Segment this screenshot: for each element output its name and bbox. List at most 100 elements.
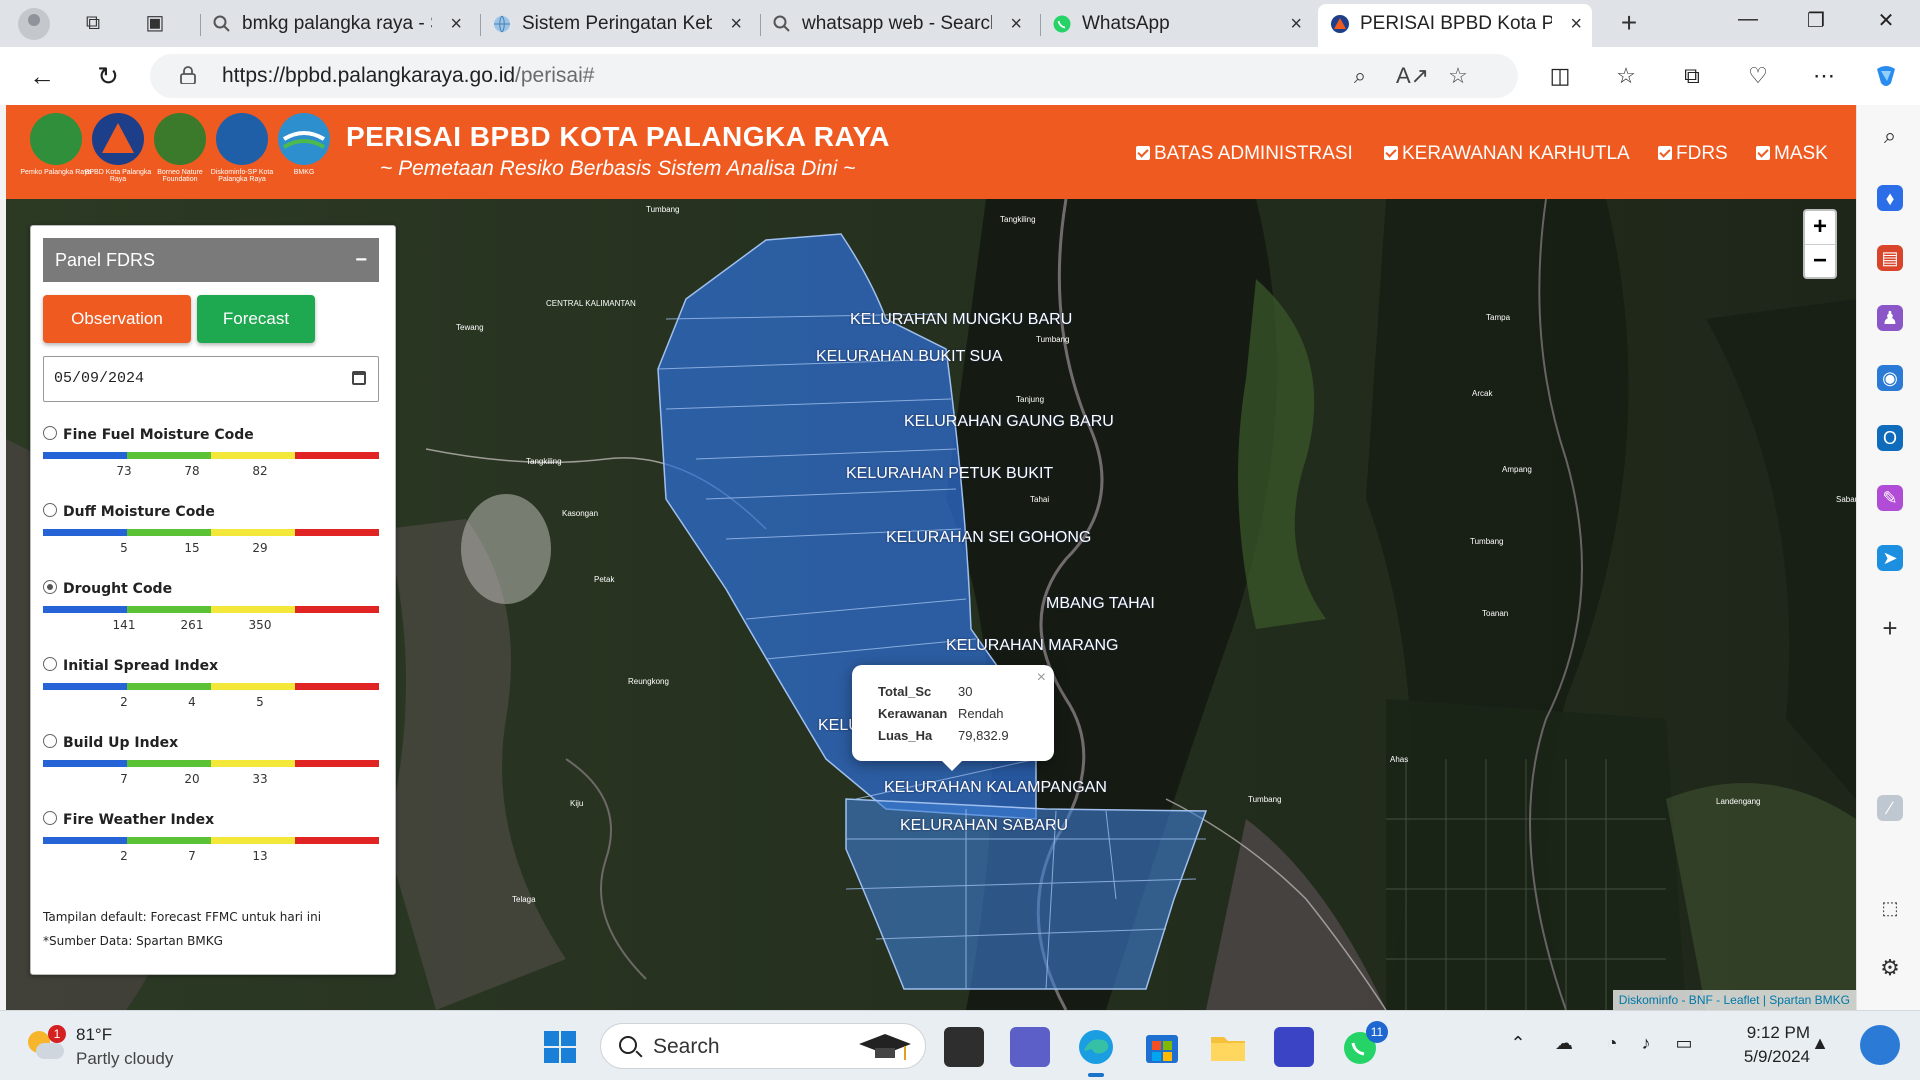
close-tab-icon[interactable]: ×: [450, 4, 462, 44]
close-window-icon[interactable]: ✕: [1866, 8, 1906, 38]
taskbar-search-box[interactable]: Search: [600, 1023, 926, 1069]
app-icon[interactable]: [1274, 1027, 1314, 1067]
onedrive-cloud-icon[interactable]: ☁: [1552, 1033, 1576, 1057]
date-input[interactable]: 05/09/2024: [43, 356, 379, 402]
fdrs-index-row[interactable]: Fine Fuel Moisture Code 73 78 82: [43, 426, 379, 486]
panel-header[interactable]: Panel FDRS −: [43, 238, 379, 282]
start-menu-icon[interactable]: [540, 1027, 580, 1067]
copilot-preview-icon[interactable]: [1860, 1025, 1900, 1065]
weather-icon[interactable]: 1: [28, 1025, 66, 1063]
add-icon[interactable]: +: [1877, 615, 1903, 641]
notification-bell-icon[interactable]: ▲: [1808, 1033, 1832, 1057]
close-tab-icon[interactable]: ×: [1010, 4, 1022, 44]
observation-button[interactable]: Observation: [43, 295, 191, 343]
whatsapp-icon[interactable]: 11: [1340, 1021, 1388, 1067]
index-radio[interactable]: [43, 580, 57, 594]
refresh-icon[interactable]: ↻: [92, 61, 124, 93]
designer-icon[interactable]: ✎: [1877, 485, 1903, 511]
wifi-icon[interactable]: ◔: [1600, 1033, 1624, 1057]
microsoft-store-icon[interactable]: [1142, 1027, 1182, 1067]
battery-icon[interactable]: ▭: [1672, 1033, 1696, 1057]
checkbox-checked-icon[interactable]: [1658, 146, 1672, 160]
browser-essentials-icon[interactable]: ♡: [1742, 61, 1774, 93]
map-attribution[interactable]: Diskominfo - BNF - Leaflet | Spartan BMK…: [1612, 990, 1856, 1010]
diskominfo-logo: [216, 113, 268, 165]
weather-description[interactable]: Partly cloudy: [76, 1049, 173, 1069]
zoom-icon[interactable]: ⌕: [1346, 63, 1374, 91]
copilot-icon[interactable]: [1870, 61, 1902, 93]
close-tab-icon[interactable]: ×: [1570, 4, 1582, 44]
minimize-panel-icon[interactable]: −: [355, 238, 367, 282]
index-radio[interactable]: [43, 734, 57, 748]
task-view-icon[interactable]: [944, 1027, 984, 1067]
search-icon[interactable]: ⌕: [1877, 123, 1903, 149]
screenshot-icon[interactable]: ⬚: [1877, 895, 1903, 921]
toggle-fdrs[interactable]: FDRS: [1658, 143, 1728, 165]
clock-time[interactable]: 9:12 PM: [1720, 1023, 1810, 1043]
weather-temperature[interactable]: 81°F: [76, 1025, 112, 1045]
zoom-out-button[interactable]: −: [1805, 244, 1835, 277]
town-label: Petak: [594, 575, 615, 584]
popup-key: Total_Sc: [878, 684, 932, 699]
index-radio[interactable]: [43, 503, 57, 517]
index-radio[interactable]: [43, 657, 57, 671]
tab-whatsapp-search[interactable]: whatsapp web - Search ×: [760, 4, 1032, 44]
scale-segment: [211, 606, 295, 613]
collections-icon[interactable]: ⧉: [1676, 61, 1708, 93]
url-input[interactable]: https://bpbd.palangkaraya.go.id/perisai#…: [150, 54, 1518, 98]
index-radio[interactable]: [43, 811, 57, 825]
microsoft365-icon[interactable]: ◉: [1877, 365, 1903, 391]
checkbox-checked-icon[interactable]: [1136, 146, 1150, 160]
profile-avatar[interactable]: [18, 8, 50, 40]
tab-sistem-peringatan[interactable]: Sistem Peringatan Kebakaran ×: [480, 4, 752, 44]
favorite-star-icon[interactable]: ☆: [1444, 63, 1472, 91]
zoom-in-button[interactable]: +: [1805, 211, 1835, 244]
teams-icon[interactable]: [1010, 1027, 1050, 1067]
forecast-button[interactable]: Forecast: [197, 295, 315, 343]
checkbox-checked-icon[interactable]: [1384, 146, 1398, 160]
popup-close-icon[interactable]: ×: [1037, 669, 1046, 687]
volume-icon[interactable]: ♪: [1634, 1033, 1658, 1057]
fdrs-index-row[interactable]: Drought Code 141 261 350: [43, 580, 379, 640]
layer-label: BATAS ADMINISTRASI: [1154, 143, 1353, 164]
toggle-mask[interactable]: MASK: [1756, 143, 1828, 165]
calendar-icon[interactable]: [352, 371, 366, 385]
close-tab-icon[interactable]: ×: [1290, 4, 1302, 44]
outlook-icon[interactable]: O: [1877, 425, 1903, 451]
checkbox-checked-icon[interactable]: [1756, 146, 1770, 160]
index-threshold: 350: [248, 618, 272, 632]
fdrs-index-row[interactable]: Initial Spread Index 2 4 5: [43, 657, 379, 717]
minimize-window-icon[interactable]: —: [1728, 8, 1768, 38]
send-icon[interactable]: ➤: [1877, 545, 1903, 571]
shopping-tag-icon[interactable]: ⬧: [1877, 185, 1903, 211]
tools-icon[interactable]: ▤: [1877, 245, 1903, 271]
split-screen-icon[interactable]: ◫: [1544, 61, 1576, 93]
clock-date[interactable]: 5/9/2024: [1720, 1047, 1810, 1067]
tab-bmkg-search[interactable]: bmkg palangka raya - Search ×: [200, 4, 472, 44]
edge-browser-icon[interactable]: [1076, 1027, 1116, 1077]
settings-gear-icon[interactable]: ⚙: [1877, 955, 1903, 981]
fdrs-index-row[interactable]: Fire Weather Index 2 7 13: [43, 811, 379, 871]
tab-actions-icon[interactable]: ▣: [142, 10, 168, 36]
file-explorer-icon[interactable]: [1208, 1027, 1248, 1067]
toggle-batas-administrasi[interactable]: BATAS ADMINISTRASI: [1136, 143, 1353, 165]
fdrs-index-row[interactable]: Build Up Index 7 20 33: [43, 734, 379, 794]
close-tab-icon[interactable]: ×: [730, 4, 742, 44]
index-radio[interactable]: [43, 426, 57, 440]
tab-whatsapp[interactable]: WhatsApp ×: [1040, 4, 1312, 44]
tab-perisai[interactable]: PERISAI BPBD Kota Palangka Raya ×: [1318, 4, 1592, 47]
show-hidden-icons-icon[interactable]: ⌃: [1506, 1033, 1530, 1057]
more-menu-icon[interactable]: ⋯: [1808, 61, 1840, 93]
lock-icon: [180, 66, 196, 84]
town-label: Tumbang: [646, 205, 680, 214]
read-aloud-icon[interactable]: A↗: [1396, 63, 1429, 91]
games-icon[interactable]: ♟: [1877, 305, 1903, 331]
back-icon[interactable]: ←: [26, 61, 58, 93]
sidebar-app-icon[interactable]: ∕: [1877, 795, 1903, 821]
favorites-icon[interactable]: ☆: [1610, 61, 1642, 93]
new-tab-icon[interactable]: +: [1616, 9, 1642, 37]
toggle-kerawanan-karhutla[interactable]: KERAWANAN KARHUTLA: [1384, 143, 1630, 165]
restore-window-icon[interactable]: ❐: [1796, 8, 1836, 38]
fdrs-index-row[interactable]: Duff Moisture Code 5 15 29: [43, 503, 379, 563]
workspaces-icon[interactable]: ⧉: [80, 10, 106, 36]
